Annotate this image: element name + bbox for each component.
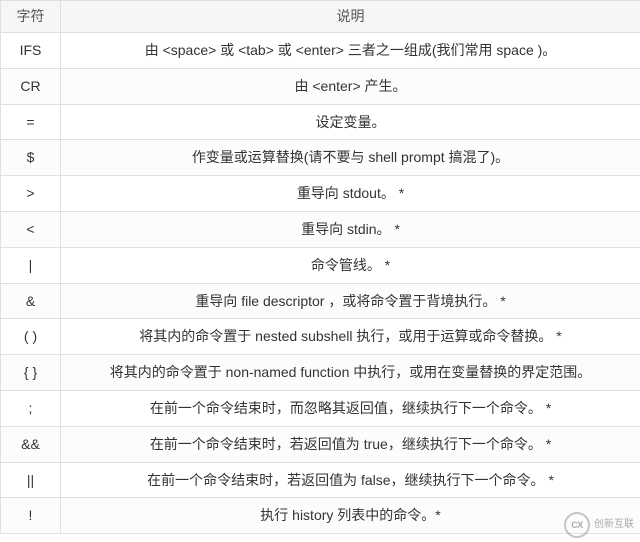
- cell-sym: <: [1, 211, 61, 247]
- cell-desc: 在前一个命令结束时，而忽略其返回值，继续执行下一个命令。 *: [61, 390, 640, 426]
- table-row: &&在前一个命令结束时，若返回值为 true，继续执行下一个命令。 *: [1, 426, 640, 462]
- header-desc: 说明: [61, 1, 640, 33]
- cell-sym: &: [1, 283, 61, 319]
- cell-sym: =: [1, 104, 61, 140]
- cell-desc: 将其内的命令置于 nested subshell 执行，或用于运算或命令替换。 …: [61, 319, 640, 355]
- table-row: ||在前一个命令结束时，若返回值为 false，继续执行下一个命令。 *: [1, 462, 640, 498]
- cell-sym: $: [1, 140, 61, 176]
- cell-desc: 将其内的命令置于 non-named function 中执行，或用在变量替换的…: [61, 355, 640, 391]
- cell-desc: 在前一个命令结束时，若返回值为 false，继续执行下一个命令。 *: [61, 462, 640, 498]
- cell-sym: ||: [1, 462, 61, 498]
- cell-sym: &&: [1, 426, 61, 462]
- cell-sym: CR: [1, 68, 61, 104]
- table-row: >重导向 stdout。 *: [1, 176, 640, 212]
- cell-desc: 设定变量。: [61, 104, 640, 140]
- cell-desc: 重导向 stdin。 *: [61, 211, 640, 247]
- cell-desc: 命令管线。 *: [61, 247, 640, 283]
- cell-desc: 在前一个命令结束时，若返回值为 true，继续执行下一个命令。 *: [61, 426, 640, 462]
- cell-sym: !: [1, 498, 61, 534]
- cell-desc: 由 <enter> 产生。: [61, 68, 640, 104]
- cell-sym: IFS: [1, 33, 61, 69]
- header-char: 字符: [1, 1, 61, 33]
- cell-sym: { }: [1, 355, 61, 391]
- table-row: !执行 history 列表中的命令。*: [1, 498, 640, 534]
- shell-chars-table: 字符 说明 IFS由 <space> 或 <tab> 或 <enter> 三者之…: [0, 0, 640, 534]
- table-row: $作变量或运算替换(请不要与 shell prompt 搞混了)。: [1, 140, 640, 176]
- cell-sym: |: [1, 247, 61, 283]
- table-row: IFS由 <space> 或 <tab> 或 <enter> 三者之一组成(我们…: [1, 33, 640, 69]
- table-row: |命令管线。 *: [1, 247, 640, 283]
- cell-desc: 由 <space> 或 <tab> 或 <enter> 三者之一组成(我们常用 …: [61, 33, 640, 69]
- cell-desc: 重导向 stdout。 *: [61, 176, 640, 212]
- table-row: &重导向 file descriptor ，或将命令置于背境执行。 *: [1, 283, 640, 319]
- cell-sym: ;: [1, 390, 61, 426]
- cell-desc: 执行 history 列表中的命令。*: [61, 498, 640, 534]
- table-row: { }将其内的命令置于 non-named function 中执行，或用在变量…: [1, 355, 640, 391]
- table-row: =设定变量。: [1, 104, 640, 140]
- table-row: CR由 <enter> 产生。: [1, 68, 640, 104]
- cell-desc: 重导向 file descriptor ，或将命令置于背境执行。 *: [61, 283, 640, 319]
- table-row: ( )将其内的命令置于 nested subshell 执行，或用于运算或命令替…: [1, 319, 640, 355]
- cell-sym: ( ): [1, 319, 61, 355]
- table-row: ;在前一个命令结束时，而忽略其返回值，继续执行下一个命令。 *: [1, 390, 640, 426]
- cell-desc: 作变量或运算替换(请不要与 shell prompt 搞混了)。: [61, 140, 640, 176]
- cell-sym: >: [1, 176, 61, 212]
- table-row: <重导向 stdin。 *: [1, 211, 640, 247]
